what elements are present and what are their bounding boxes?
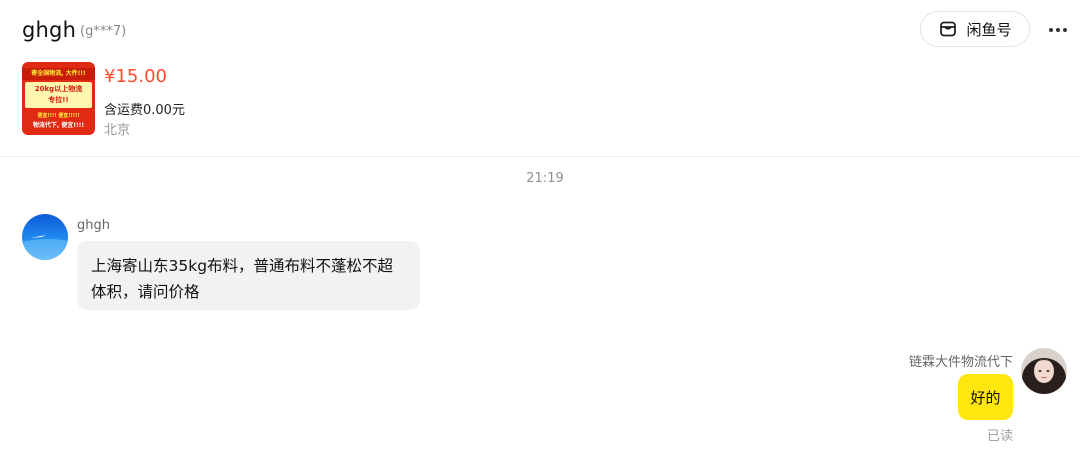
message-sender: 链霖大件物流代下	[908, 355, 1013, 370]
xianyu-account-button[interactable]: 闲鱼号	[920, 11, 1030, 47]
header-divider	[0, 156, 1080, 157]
shop-icon	[938, 19, 958, 39]
thumbnail-line: 物流代下, 便宜!!!!	[32, 122, 85, 129]
thumbnail-line: 便宜!!!! 便宜!!!!!	[37, 113, 80, 119]
xianyu-account-label: 闲鱼号	[966, 20, 1012, 39]
avatar[interactable]	[22, 214, 68, 260]
product-location: 北京	[104, 123, 131, 138]
product-thumbnail[interactable]: 寄全国物流, 大件!!! 20kg以上物流 专拉!! 便宜!!!! 便宜!!!!…	[22, 62, 95, 135]
chat-title: ghgh	[22, 18, 77, 42]
read-status: 已读	[986, 429, 1013, 444]
thumbnail-line: 寄全国物流, 大件!!!	[22, 68, 95, 80]
shipping-info: 含运费0.00元	[104, 103, 185, 118]
more-dots-icon[interactable]	[1046, 18, 1070, 42]
user-handle: (g***7)	[80, 24, 127, 39]
avatar[interactable]	[1021, 348, 1067, 394]
message-sender: ghgh	[77, 218, 110, 233]
message-bubble[interactable]: 上海寄山东35kg布料，普通布料不蓬松不超体积，请问价格	[77, 241, 420, 310]
thumbnail-line: 专拉!!	[48, 96, 69, 104]
chat-timestamp: 21:19	[526, 171, 564, 186]
product-price: ¥15.00	[104, 66, 167, 87]
message-bubble[interactable]: 好的	[958, 374, 1013, 420]
